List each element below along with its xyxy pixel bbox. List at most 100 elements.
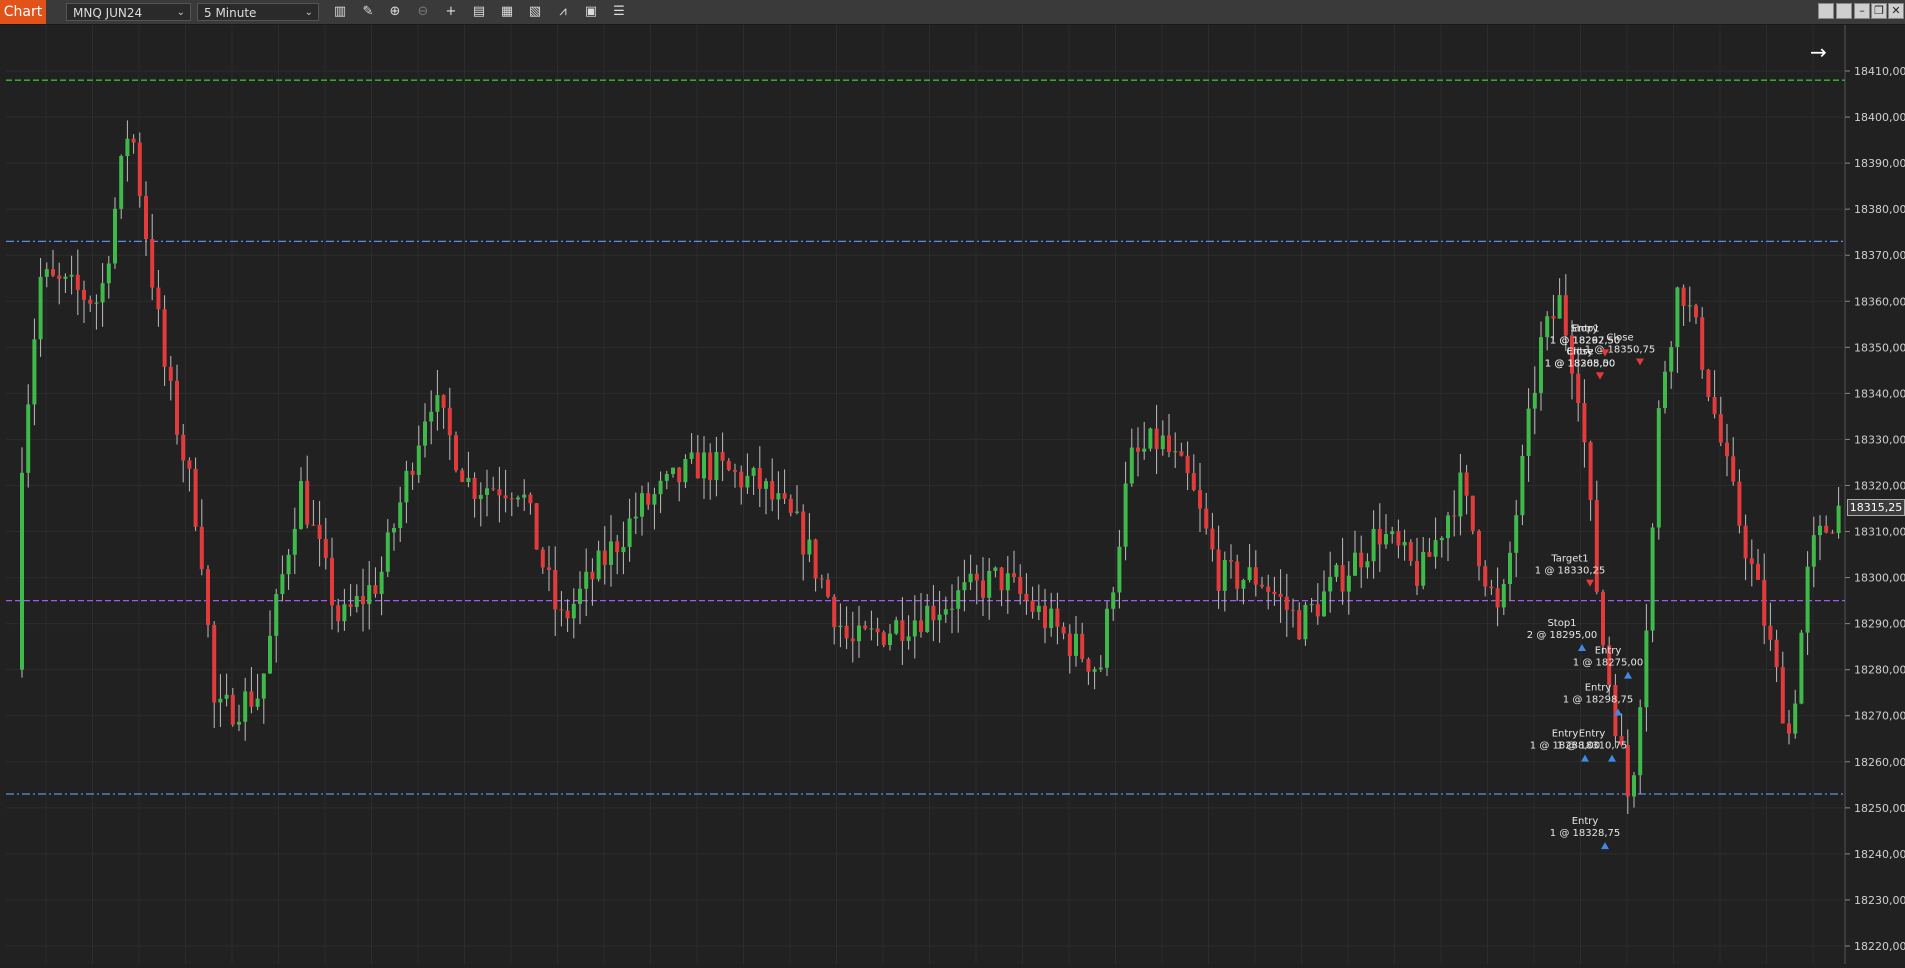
bullish-candle	[571, 603, 576, 619]
bullish-candle	[429, 411, 434, 422]
list-icon[interactable]: ☰	[609, 2, 629, 22]
templates-icon[interactable]: ▦	[497, 2, 517, 22]
indicators-icon[interactable]: ▧	[525, 2, 545, 22]
bullish-candle	[26, 404, 31, 473]
restore-icon[interactable]: ❐	[1871, 3, 1887, 19]
bullish-candle	[125, 138, 130, 157]
bullish-candle	[1241, 580, 1246, 589]
bearish-candle	[144, 195, 148, 240]
bullish-candle	[745, 475, 750, 488]
bearish-candle	[1495, 588, 1500, 608]
bearish-candle	[733, 469, 737, 472]
bearish-candle	[1080, 633, 1085, 659]
bearish-candle	[1427, 551, 1432, 557]
bearish-candle	[1055, 608, 1060, 627]
bullish-candle	[1439, 538, 1444, 541]
bearish-candle	[900, 620, 905, 641]
bearish-candle	[1725, 442, 1729, 457]
bearish-candle	[1210, 528, 1215, 550]
bullish-candle	[1111, 592, 1116, 609]
bearish-candle	[1774, 639, 1779, 668]
bearish-candle	[1470, 495, 1475, 531]
bearish-candle	[1588, 442, 1593, 501]
tick-label: 18270,00	[1854, 710, 1905, 723]
zoom-in-icon[interactable]: ⊕	[385, 2, 405, 22]
bullish-candle	[633, 516, 638, 519]
bearish-candle	[348, 604, 353, 607]
bearish-candle	[317, 524, 322, 540]
bullish-candle	[627, 518, 632, 547]
bullish-candle	[1539, 337, 1543, 393]
bullish-candle	[578, 588, 582, 604]
bullish-candle	[404, 470, 409, 503]
bullish-candle	[342, 604, 347, 622]
bearish-candle	[472, 477, 477, 499]
bearish-candle	[336, 605, 341, 622]
instrument-selector[interactable]: MNQ JUN24 ⌄	[66, 3, 191, 21]
bearish-candle	[1216, 549, 1221, 591]
bearish-candle	[757, 468, 762, 489]
annotation-label: Entry	[1572, 816, 1599, 827]
candlestick-chart[interactable]: Stop11 @ 18297,50Close1 @ 18305,00Close1…	[0, 25, 1905, 964]
close-icon[interactable]: ✕	[1888, 3, 1904, 19]
tick-label: 18330,00	[1854, 433, 1905, 446]
bearish-candle	[813, 539, 818, 579]
strategies-icon[interactable]: ⩘	[553, 2, 573, 22]
bullish-candle	[113, 208, 117, 264]
tile-window-icon[interactable]	[1818, 3, 1834, 19]
properties-icon[interactable]: ▤	[469, 2, 489, 22]
bearish-candle	[1824, 525, 1829, 533]
bearish-candle	[720, 451, 725, 461]
bearish-candle	[1272, 591, 1277, 595]
bearish-candle	[249, 691, 254, 707]
bullish-candle	[243, 691, 248, 722]
bullish-candle	[1545, 316, 1550, 338]
data-box-icon[interactable]: ▣	[581, 2, 601, 22]
annotation-detail: 1 @ 18328,75	[1550, 828, 1620, 839]
tile-window-icon[interactable]	[1836, 3, 1852, 19]
bullish-candle	[1632, 775, 1636, 797]
bearish-candle	[801, 511, 806, 555]
bullish-candle	[888, 633, 892, 646]
bullish-candle	[119, 156, 124, 209]
bearish-candle	[1167, 435, 1171, 452]
bullish-candle	[702, 452, 706, 479]
chart-panel[interactable]: Stop1 1 @ 18297,50 Close 1 @ 18305,00 Close 1…	[0, 25, 1905, 964]
bullish-candle	[714, 451, 719, 481]
minimize-icon[interactable]: –	[1854, 3, 1870, 19]
bullish-candle	[385, 532, 390, 572]
interval-selector[interactable]: 5 Minute ⌄	[197, 3, 319, 21]
bearish-candle	[1359, 552, 1364, 568]
annotation-label: Entry	[1579, 729, 1606, 740]
bearish-candle	[491, 488, 496, 490]
annotation-label: Entry	[1567, 346, 1594, 357]
chart-tab[interactable]: Chart	[0, 0, 46, 24]
instrument-value: MNQ JUN24	[73, 6, 143, 20]
bar-type-icon[interactable]: ▥	[330, 2, 350, 22]
tick-label: 18300,00	[1854, 572, 1905, 585]
bullish-candle	[1129, 447, 1134, 484]
bearish-candle	[615, 541, 620, 553]
bearish-candle	[1229, 560, 1233, 562]
crosshair-icon[interactable]: +	[441, 2, 461, 22]
bearish-candle	[1396, 531, 1401, 546]
bullish-candle	[106, 263, 111, 284]
bullish-candle	[1371, 528, 1376, 562]
bearish-candle	[1756, 563, 1760, 580]
bearish-candle	[1198, 490, 1202, 509]
tick-label: 18220,00	[1854, 940, 1905, 953]
bearish-candle	[1179, 451, 1184, 456]
bullish-candle	[20, 472, 24, 670]
bearish-candle	[460, 470, 465, 482]
zoom-out-icon[interactable]: ⊖	[413, 2, 433, 22]
bearish-candle	[181, 434, 186, 461]
arrow-right-icon[interactable]: →	[1810, 40, 1827, 64]
bearish-candle	[1415, 561, 1419, 586]
bullish-candle	[1173, 451, 1178, 453]
bearish-candle	[981, 580, 985, 598]
bullish-candle	[652, 494, 657, 505]
bearish-candle	[602, 550, 607, 565]
bullish-candle	[69, 274, 74, 277]
pencil-icon[interactable]: ✎	[358, 2, 378, 22]
bearish-candle	[82, 289, 86, 300]
